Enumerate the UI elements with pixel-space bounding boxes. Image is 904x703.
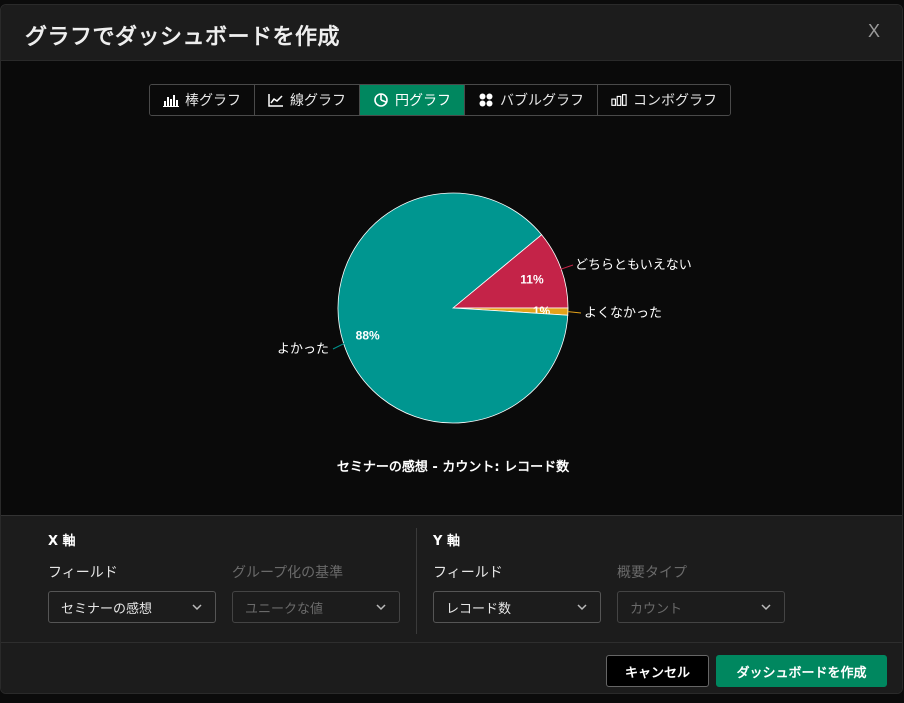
tab-label: コンボグラフ xyxy=(633,93,717,109)
dialog-footer: キャンセル ダッシュボードを作成 xyxy=(1,642,902,693)
tab-pie-chart[interactable]: 円グラフ xyxy=(360,85,465,115)
tab-bubble-chart[interactable]: バブルグラフ xyxy=(465,85,598,115)
line-chart-icon xyxy=(268,94,283,107)
tab-label: バブルグラフ xyxy=(500,93,584,109)
pie-chart: 11%どちらともいえない1% よくなかった88%よかった xyxy=(277,192,692,424)
y-field-select[interactable]: レコード数 xyxy=(433,591,601,623)
slice-value-label: 11% xyxy=(520,273,544,287)
tab-label: 円グラフ xyxy=(395,93,451,109)
bubble-chart-icon xyxy=(479,93,493,107)
chart-title: セミナーの感想 - カウント: レコード数 xyxy=(336,460,570,475)
x-axis-heading: X 軸 xyxy=(48,534,76,549)
chevron-down-icon xyxy=(761,604,771,611)
axis-divider xyxy=(416,528,417,634)
slice-category-label: よかった xyxy=(277,342,329,357)
y-summary-value: カウント xyxy=(630,601,683,617)
cancel-button[interactable]: キャンセル xyxy=(606,655,709,687)
y-summary-label: 概要タイプ xyxy=(617,565,687,581)
tab-bar-chart[interactable]: 棒グラフ xyxy=(150,85,255,115)
tab-label: 棒グラフ xyxy=(185,93,241,109)
dialog-title: グラフでダッシュボードを作成 xyxy=(25,25,341,50)
bar-chart-icon xyxy=(163,95,179,107)
chart-type-tabs: 棒グラフ 線グラフ 円グラフ バブルグラフ コンボグラフ xyxy=(149,84,731,116)
axis-settings-panel: X 軸 フィールド グループ化の基準 セミナーの感想 ユニークな値 Y 軸 フィ… xyxy=(1,515,902,642)
chevron-down-icon xyxy=(376,604,386,611)
x-group-value: ユニークな値 xyxy=(245,601,324,617)
create-dashboard-dialog: グラフでダッシュボードを作成 X 棒グラフ 線グラフ 円グラフ バブルグラフ コ… xyxy=(0,4,903,694)
x-group-select[interactable]: ユニークな値 xyxy=(232,591,400,623)
leader-line xyxy=(567,311,582,314)
x-field-select[interactable]: セミナーの感想 xyxy=(48,591,216,623)
y-axis-heading: Y 軸 xyxy=(433,534,460,549)
chevron-down-icon xyxy=(577,604,587,611)
close-button[interactable]: X xyxy=(868,21,880,42)
x-field-value: セミナーの感想 xyxy=(61,601,153,617)
x-field-label: フィールド xyxy=(48,565,118,581)
pie-chart-icon xyxy=(374,93,388,107)
slice-value-label: 88% xyxy=(356,329,380,343)
chevron-down-icon xyxy=(192,604,202,611)
dialog-header: グラフでダッシュボードを作成 X xyxy=(1,5,902,61)
leader-line xyxy=(332,342,345,350)
y-field-label: フィールド xyxy=(433,565,503,581)
tab-line-chart[interactable]: 線グラフ xyxy=(255,85,360,115)
combo-chart-icon xyxy=(611,94,627,106)
y-field-value: レコード数 xyxy=(446,601,512,617)
tab-label: 線グラフ xyxy=(290,93,346,109)
tab-combo-chart[interactable]: コンボグラフ xyxy=(598,85,730,115)
create-dashboard-button[interactable]: ダッシュボードを作成 xyxy=(716,655,887,687)
slice-category-label: どちらともいえない xyxy=(575,258,692,273)
y-summary-select[interactable]: カウント xyxy=(617,591,785,623)
x-group-label: グループ化の基準 xyxy=(232,565,344,581)
slice-category-label: よくなかった xyxy=(584,306,662,321)
